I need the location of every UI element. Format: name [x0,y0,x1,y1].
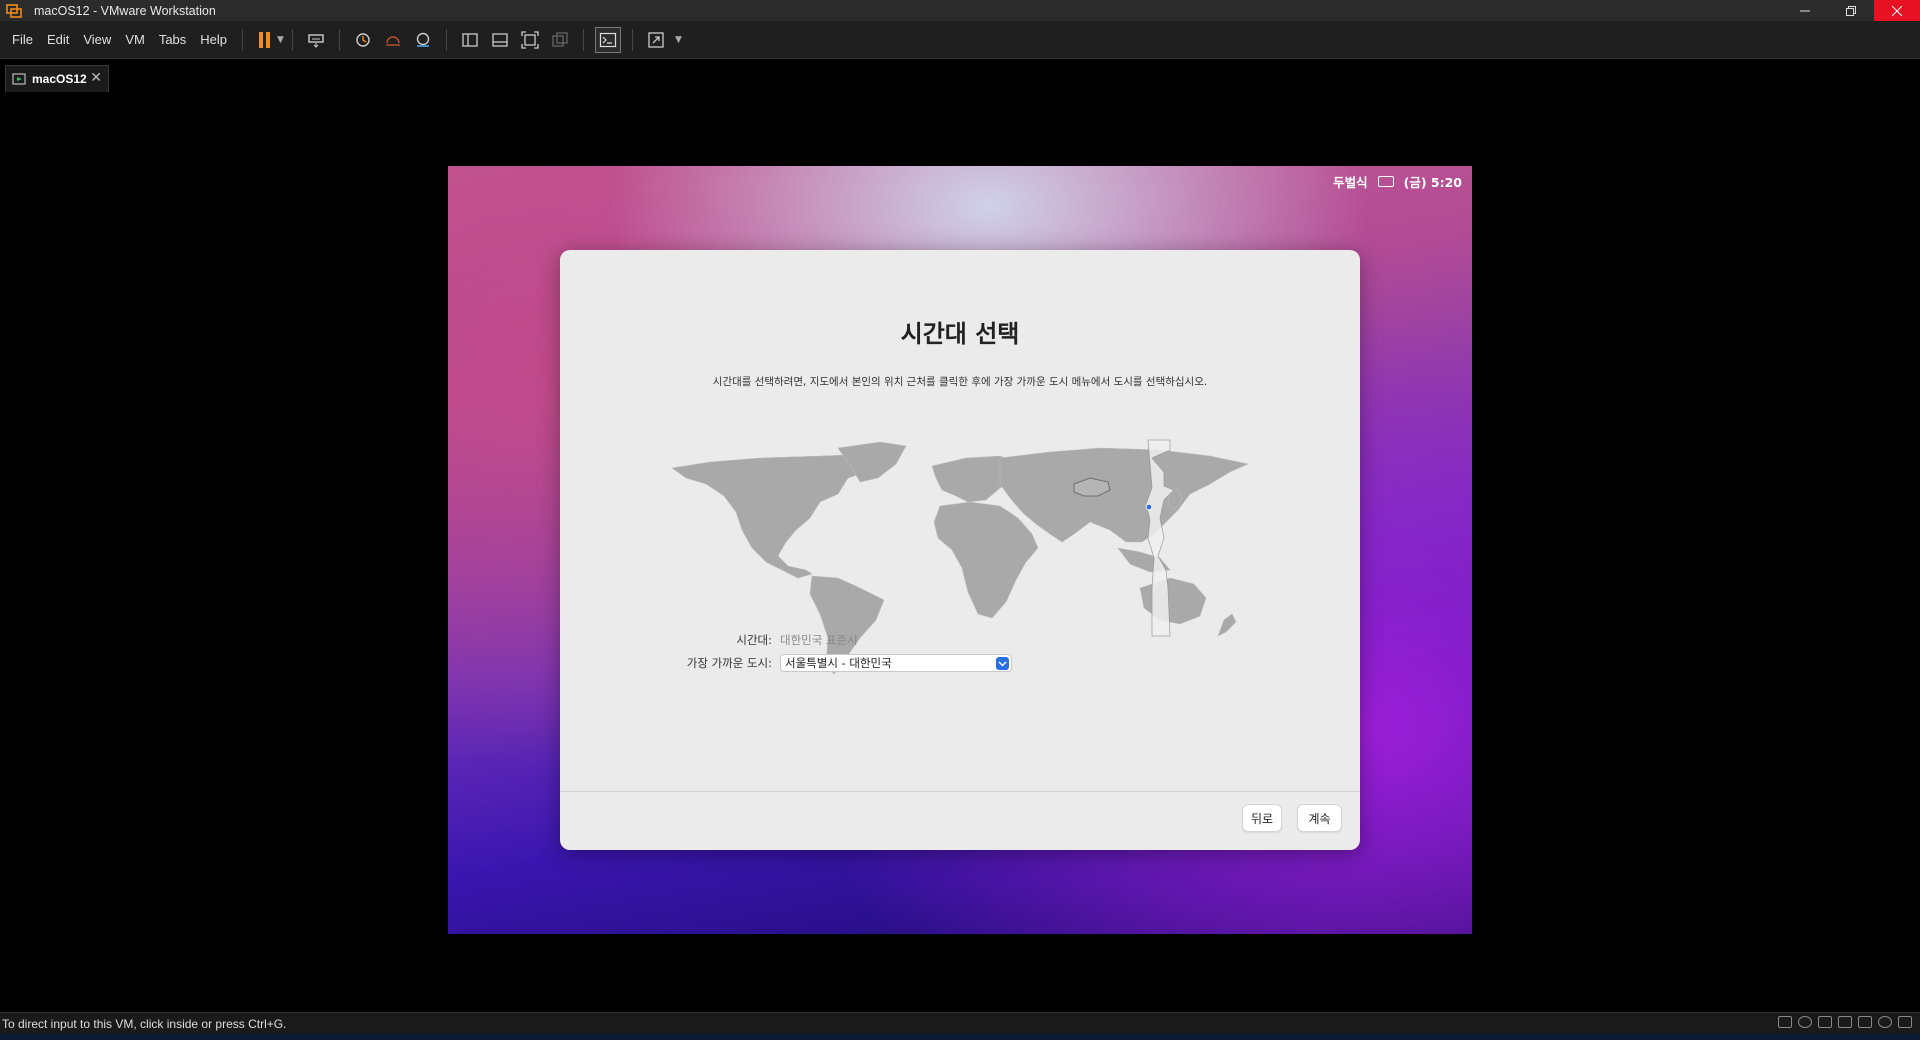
unity-icon [552,31,568,47]
toolbar-divider [631,28,633,51]
toolbar-divider [582,28,584,51]
keyboard-icon [1377,176,1394,187]
revert-snapshot-button[interactable] [381,28,405,52]
send-ctrl-alt-del-button[interactable] [304,28,328,52]
input-source-label[interactable]: 두벌식 [1333,172,1368,191]
closest-city-label: 가장 가까운 도시: [686,656,772,670]
message-icon[interactable] [1898,1016,1912,1028]
fullscreen-button[interactable] [518,28,542,52]
console-view-icon [599,32,617,47]
tab-label: macOS12 [32,72,87,86]
console-view-button[interactable] [594,26,621,53]
clock: (금) 5:20 [1403,175,1462,190]
menu-file[interactable]: File [5,32,40,47]
timezone-dialog: 시간대 선택 시간대를 선택하려면, 지도에서 본인의 위치 근처를 클릭한 후… [560,250,1360,850]
title-bar: macOS12 - VMware Workstation [0,0,1920,21]
vm-tab-strip: macOS12 ✕ [0,59,1920,92]
minimize-button[interactable] [1782,0,1828,21]
vm-icon [12,73,26,85]
toolbar-divider [445,28,447,51]
menu-help[interactable]: Help [193,32,234,47]
menu-vm[interactable]: VM [118,32,152,47]
chevron-down-icon[interactable]: ▼ [277,35,284,45]
snapshot-button[interactable] [351,28,375,52]
taskbar-strip [0,1034,1920,1040]
thumbnail-bar-icon [492,32,508,47]
toolbar-divider [291,28,293,51]
pause-icon [259,31,264,48]
close-button[interactable] [1874,0,1920,21]
thumbnail-bar-button[interactable] [488,28,512,52]
camera-icon[interactable] [1878,1016,1892,1028]
map-australia [1139,577,1207,625]
snapshot-manager-icon [416,32,430,47]
dialog-title: 시간대 선택 [900,320,1020,348]
closest-city-value: 서울특별시 - 대한민국 [785,656,892,670]
hard-disk-icon[interactable] [1778,1016,1792,1028]
map-new-zealand [1217,613,1237,637]
snapshot-icon [356,32,370,47]
cd-dvd-icon[interactable] [1798,1016,1812,1028]
map-asia [999,447,1249,543]
restore-button[interactable] [1828,0,1874,21]
menu-view[interactable]: View [76,32,118,47]
map-north-america [671,453,876,579]
status-message: To direct input to this VM, click inside… [2,1017,287,1031]
close-tab-icon[interactable]: ✕ [90,70,102,86]
send-ctrl-alt-del-icon [308,33,324,48]
timezone-row: 시간대: 대한민국 표준시 [572,632,858,648]
unity-button[interactable] [548,28,572,52]
window-title: macOS12 - VMware Workstation [34,3,216,18]
vm-screen[interactable]: 두벌식 (금) 5:20 시간대 선택 시간대를 선택하려면, 지도에서 본인의… [448,166,1472,934]
menu-edit[interactable]: Edit [40,32,76,47]
vmware-app-icon [6,3,22,18]
snapshot-manager-button[interactable] [411,28,435,52]
status-bar: To direct input to this VM, click inside… [0,1012,1920,1035]
minimize-icon [1800,10,1810,11]
closest-city-select[interactable]: 서울특별시 - 대한민국 [780,654,1012,672]
dialog-description: 시간대를 선택하려면, 지도에서 본인의 위치 근처를 클릭한 후에 가장 가까… [712,376,1208,388]
chevron-down-icon[interactable]: ▼ [675,35,682,45]
timezone-value: 대한민국 표준시 [780,633,858,647]
toolbar-divider [338,28,340,51]
usb-icon[interactable] [1838,1016,1852,1028]
fullscreen-icon [521,30,539,49]
menu-toolbar: File Edit View VM Tabs Help ▼ ▼ [0,21,1920,59]
device-status-icons [1778,1016,1912,1028]
revert-snapshot-icon [385,35,400,46]
library-icon [462,32,478,47]
chevron-down-icon [996,657,1009,670]
back-button[interactable]: 뒤로 [1242,804,1282,832]
close-icon [1892,5,1902,16]
selected-location-dot [1145,503,1153,511]
library-button[interactable] [458,28,482,52]
map-africa [933,501,1039,619]
restore-icon [1846,5,1856,16]
tab-macos12[interactable]: macOS12 ✕ [5,65,109,92]
dialog-divider [560,791,1360,792]
timezone-label: 시간대: [736,633,772,647]
toolbar-divider [242,28,244,51]
stretch-button[interactable] [644,28,668,52]
closest-city-row: 가장 가까운 도시: 서울특별시 - 대한민국 [572,654,1012,672]
mac-menubar: 두벌식 (금) 5:20 [1333,172,1462,191]
sound-icon[interactable] [1858,1016,1872,1028]
menu-tabs[interactable]: Tabs [152,32,193,47]
stretch-icon [648,31,664,48]
network-icon[interactable] [1818,1016,1832,1028]
continue-button[interactable]: 계속 [1297,804,1342,832]
pause-button[interactable]: ▼ [259,31,284,48]
